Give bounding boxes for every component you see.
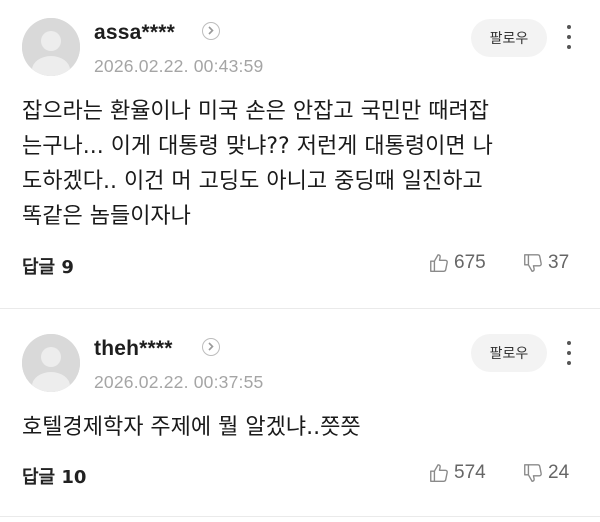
dislike-count: 24 (548, 462, 570, 483)
comment-body: 호텔경제학자 주제에 뭘 알겠냐..쯧쯧 (22, 410, 582, 445)
profile-chevron-icon[interactable] (202, 338, 220, 356)
timestamp: 2026.02.22. 00:37:55 (94, 372, 264, 392)
thumbs-down-icon (524, 464, 542, 482)
thumbs-up-icon (430, 464, 448, 482)
avatar[interactable] (22, 334, 80, 392)
like-count: 574 (454, 462, 486, 483)
username[interactable]: theh**** (94, 337, 173, 361)
replies-button[interactable]: 답글 10 (22, 463, 86, 489)
comment-item: theh**** 2026.02.22. 00:37:55 팔로우 호텔경제학자… (0, 0, 600, 522)
comment-line: 호텔경제학자 주제에 뭘 알겠냐..쯧쯧 (22, 415, 361, 440)
follow-button[interactable]: 팔로우 (471, 334, 547, 372)
dislike-button[interactable]: 24 (522, 462, 569, 484)
default-avatar-icon (22, 334, 80, 392)
like-button[interactable]: 574 (428, 462, 486, 484)
divider (0, 516, 600, 517)
more-options-icon[interactable] (559, 338, 579, 368)
